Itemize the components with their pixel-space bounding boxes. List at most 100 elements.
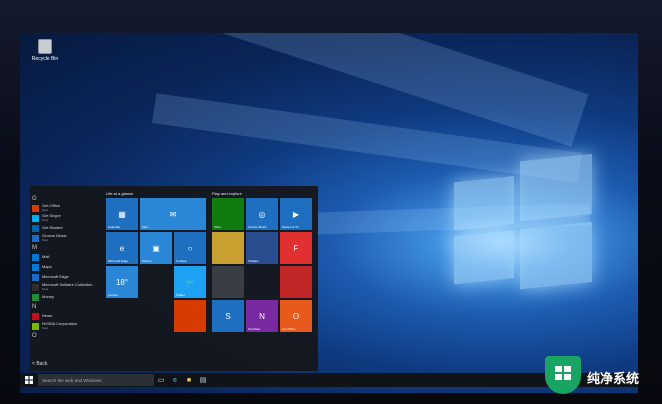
app-name-text: Microsoft Edge: [42, 274, 69, 279]
tile-icon: ▣: [152, 243, 160, 253]
logo-pane: [454, 176, 514, 231]
back-button[interactable]: < Back: [32, 361, 47, 367]
app-icon: [32, 234, 39, 242]
live-tile[interactable]: ▶ Movies & TV: [280, 198, 312, 230]
app-name: Groove Music New: [42, 234, 67, 243]
tile-group-label: Life at a glance: [106, 191, 134, 196]
app-subtitle: New: [42, 208, 49, 212]
live-tile[interactable]: [280, 266, 312, 298]
app-subtitle: New: [42, 287, 49, 291]
app-list-item[interactable]: Maps: [30, 262, 100, 272]
watermark-shield-icon: [545, 356, 581, 394]
app-name: Microsoft Edge: [42, 275, 69, 279]
app-list-item[interactable]: Groove Music New: [30, 233, 100, 243]
app-list: G Get Office New Get Skype New Get Started Gro…: [30, 194, 100, 340]
start-icon: [25, 376, 33, 384]
live-tile[interactable]: Solitaire: [246, 232, 278, 264]
live-tile[interactable]: ▦ Calendar: [106, 198, 138, 230]
logo-pane: [454, 230, 514, 285]
tile-label: OneNote: [248, 327, 261, 331]
app-icon: [32, 312, 39, 320]
tile-label: Get Office: [282, 327, 296, 331]
tile-label: Groove Music: [248, 225, 267, 229]
live-tile[interactable]: ○ Cortana: [174, 232, 206, 264]
tile-label: Solitaire: [248, 259, 259, 263]
app-name-text: Mail: [42, 254, 50, 259]
app-name-text: News: [42, 313, 53, 318]
app-name-text: Money: [42, 294, 55, 299]
tile-icon: F: [293, 243, 299, 253]
app-list-item[interactable]: Mail: [30, 252, 100, 262]
app-list-letter[interactable]: M: [30, 243, 100, 252]
recycle-bin-icon: [38, 39, 52, 54]
tile-label: Microsoft Edge: [108, 259, 129, 263]
live-tile[interactable]: [212, 266, 244, 298]
app-icon: [32, 322, 39, 330]
app-name: Get Started: [42, 226, 62, 230]
live-tile[interactable]: N OneNote: [246, 300, 278, 332]
app-list-item[interactable]: NVIDIA Corporation New: [30, 321, 100, 331]
tile-label: Calendar: [108, 225, 121, 229]
recycle-bin[interactable]: Recycle Bin: [28, 39, 62, 62]
tile-icon: N: [259, 311, 265, 321]
app-name: Microsoft Solitaire Collection New: [42, 282, 93, 292]
tile-icon: ◎: [258, 209, 266, 219]
tile-label: Photos: [142, 259, 152, 263]
app-list-item[interactable]: Money: [30, 292, 100, 302]
app-name: Mail: [42, 255, 49, 259]
app-list-letter[interactable]: N: [30, 302, 100, 311]
app-list-item[interactable]: Get Office New: [30, 203, 100, 213]
tile-icon: ○: [187, 243, 193, 253]
tile-icon: O: [292, 311, 300, 321]
file-explorer-icon[interactable]: ■: [182, 373, 196, 387]
app-icon: [32, 293, 39, 301]
app-list-item[interactable]: Get Skype New: [30, 213, 100, 223]
app-icon: [32, 273, 39, 281]
live-tile[interactable]: Xbox: [212, 198, 244, 230]
app-list-item[interactable]: Microsoft Solitaire Collection New: [30, 282, 100, 292]
logo-pane: [520, 153, 592, 222]
tile-label: Twitter: [176, 293, 185, 297]
app-list-item[interactable]: Get Started: [30, 223, 100, 233]
tile-icon: ▶: [292, 209, 300, 219]
live-tile[interactable]: O Get Office: [280, 300, 312, 332]
edge-icon[interactable]: e: [168, 373, 182, 387]
app-icon: [32, 253, 39, 261]
app-list-letter[interactable]: G: [30, 194, 100, 203]
live-tile[interactable]: [174, 300, 206, 332]
app-name-text: Microsoft Solitaire Collection: [42, 282, 93, 287]
app-subtitle: New: [42, 238, 49, 242]
live-tile[interactable]: ▣ Photos: [140, 232, 172, 264]
tile-icon: S: [225, 311, 231, 321]
windows-logo-light: [454, 153, 594, 290]
task-view-icon[interactable]: ▭: [154, 373, 168, 387]
app-name-text: Maps: [42, 264, 52, 269]
tile-icon: ✉: [169, 209, 177, 219]
search-placeholder: Search the web and Windows: [42, 377, 102, 383]
tile-icon: 🐦: [185, 277, 195, 287]
live-tile[interactable]: e Microsoft Edge: [106, 232, 138, 264]
tile-icon: ▦: [118, 209, 126, 219]
desktop: Recycle Bin G Get Office New Get Skype New Ge…: [20, 33, 638, 393]
app-list-letter[interactable]: O: [30, 331, 100, 340]
tile-label: Mail: [142, 225, 148, 229]
live-tile[interactable]: ◎ Groove Music: [246, 198, 278, 230]
app-list-item[interactable]: Microsoft Edge: [30, 272, 100, 282]
live-tile[interactable]: 18° London: [106, 266, 138, 298]
app-subtitle: New: [42, 326, 49, 330]
live-tile[interactable]: F: [280, 232, 312, 264]
live-tile[interactable]: 🐦 Twitter: [174, 266, 206, 298]
store-icon[interactable]: ▤: [196, 373, 210, 387]
recycle-bin-label: Recycle Bin: [31, 56, 59, 62]
tile-label: London: [108, 293, 119, 297]
watermark-text: 纯净系统: [587, 371, 640, 386]
search-box[interactable]: Search the web and Windows: [38, 374, 154, 386]
app-name: Get Office New: [42, 204, 60, 213]
app-list-item[interactable]: News: [30, 311, 100, 321]
live-tile[interactable]: ✉ Mail: [140, 198, 206, 230]
app-icon: [32, 263, 39, 271]
start-button[interactable]: [20, 373, 38, 387]
live-tile[interactable]: S: [212, 300, 244, 332]
tile-label: Cortana: [176, 259, 187, 263]
live-tile[interactable]: [212, 232, 244, 264]
